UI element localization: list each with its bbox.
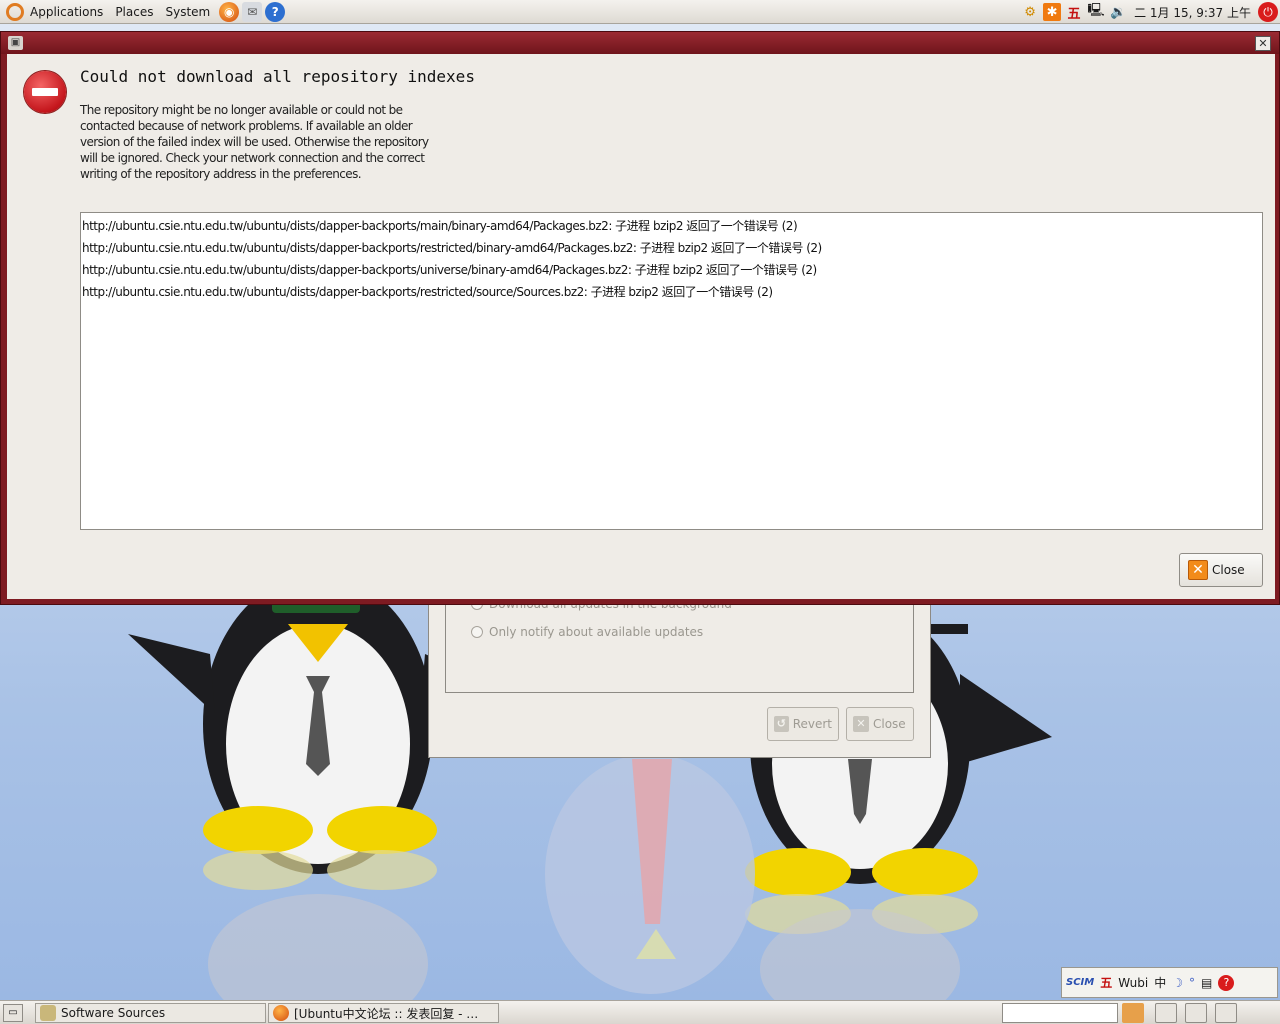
scim-toolbar: SCIM 五 Wubi 中 ☽ ° ▤ ? [1061, 967, 1278, 998]
top-panel: Applications Places System ◉ ✉ ? ⚙ ✱ 五 🖳… [0, 0, 1280, 24]
error-stop-icon [24, 71, 66, 113]
window-close-icon[interactable]: ✕ [1255, 36, 1271, 51]
update-notifier-icon[interactable]: ⚙ [1021, 3, 1039, 21]
menu-applications[interactable]: Applications [24, 0, 109, 24]
workspace-1-icon[interactable] [1122, 1003, 1144, 1023]
dictionary-icon[interactable] [974, 1003, 996, 1023]
dialog-description: The repository might be no longer availa… [80, 103, 429, 181]
revert-icon: ↺ [774, 716, 789, 732]
error-line: http://ubuntu.csie.ntu.edu.tw/ubuntu/dis… [82, 219, 798, 233]
menu-icon[interactable]: ▤ [1201, 976, 1212, 990]
close-icon: ✕ [1188, 560, 1208, 580]
half-width-icon[interactable]: ☽ [1172, 976, 1183, 990]
volume-icon[interactable]: 🔉 [1109, 3, 1127, 21]
dialog-headline: Could not download all repository indexe… [80, 67, 475, 86]
ime-mode-indicator[interactable]: 五 [1065, 3, 1083, 22]
close-button-label: Close [1212, 563, 1245, 577]
scim-tray-icon[interactable]: ✱ [1043, 3, 1062, 21]
punctuation-icon[interactable]: ° [1189, 976, 1195, 990]
bottom-panel: ▭ Software Sources [Ubuntu中文论坛 :: 发表回复 -… [0, 1000, 1280, 1024]
network-icon[interactable]: 🖳 [1087, 3, 1105, 21]
task-label: [Ubuntu中文论坛 :: 发表回复 - … [294, 1006, 479, 1021]
error-line: http://ubuntu.csie.ntu.edu.tw/ubuntu/dis… [82, 241, 822, 255]
dialog-titlebar[interactable]: ▣ ✕ [1, 32, 1279, 54]
input-mode-toggle[interactable]: 中 [1154, 974, 1166, 991]
radio-notify-only[interactable]: Only notify about available updates [471, 625, 703, 639]
bg-close-button[interactable]: ✕ Close [846, 707, 914, 741]
radio-label: Only notify about available updates [489, 625, 704, 639]
workspace-4-icon[interactable] [1215, 1003, 1237, 1023]
input-method-name[interactable]: Wubi [1118, 976, 1148, 990]
help-icon[interactable]: ? [1218, 974, 1235, 991]
firefox-launcher-icon[interactable]: ◉ [219, 1, 240, 22]
clock[interactable]: 二 1月 15, 9:37 上午 [1131, 4, 1254, 21]
menu-places[interactable]: Places [109, 0, 159, 24]
dialog-content: Could not download all repository indexe… [7, 54, 1275, 599]
firefox-icon [273, 1005, 289, 1021]
window-menu-icon[interactable]: ▣ [8, 36, 23, 50]
input-method-glyph[interactable]: 五 [1100, 974, 1112, 991]
task-firefox-forum[interactable]: [Ubuntu中文论坛 :: 发表回复 - … [268, 1003, 499, 1023]
system-tray: ⚙ ✱ 五 🖳 🔉 二 1月 15, 9:37 上午 ⏻ [1021, 0, 1280, 24]
help-launcher-icon[interactable]: ? [265, 1, 286, 22]
close-icon: ✕ [853, 716, 869, 732]
close-button[interactable]: ✕ Close [1179, 553, 1263, 587]
error-details-textview[interactable]: http://ubuntu.csie.ntu.edu.tw/ubuntu/dis… [80, 212, 1263, 530]
scim-logo[interactable]: SCIM [1066, 977, 1094, 988]
revert-label: Revert [792, 717, 832, 731]
trash-icon[interactable] [1248, 1003, 1270, 1023]
show-desktop-icon[interactable]: ▭ [3, 1004, 23, 1022]
revert-button[interactable]: ↺ Revert [767, 707, 839, 741]
workspace-2-icon[interactable] [1155, 1003, 1177, 1023]
error-line: http://ubuntu.csie.ntu.edu.tw/ubuntu/dis… [82, 285, 773, 299]
menu-system[interactable]: System [159, 0, 216, 24]
workspace-3-icon[interactable] [1185, 1003, 1207, 1023]
task-software-sources[interactable]: Software Sources [35, 1003, 266, 1023]
error-dialog-window: ▣ ✕ Could not download all repository in… [0, 31, 1280, 605]
ubuntu-logo-icon[interactable] [6, 2, 24, 21]
radio-circle[interactable] [471, 626, 483, 638]
software-sources-icon [40, 1005, 56, 1021]
power-icon[interactable]: ⏻ [1258, 2, 1278, 22]
panel-search-field[interactable] [1002, 1003, 1118, 1023]
mail-launcher-icon[interactable]: ✉ [242, 1, 263, 22]
error-line: http://ubuntu.csie.ntu.edu.tw/ubuntu/dis… [82, 263, 817, 277]
task-label: Software Sources [61, 1006, 166, 1020]
close-label: Close [873, 717, 906, 731]
